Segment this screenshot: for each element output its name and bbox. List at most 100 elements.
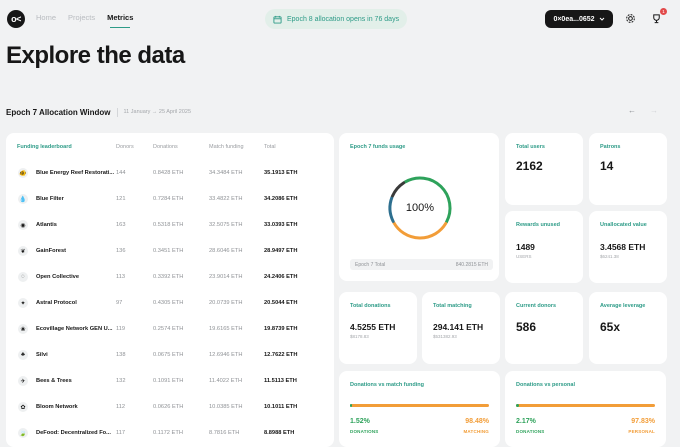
donors-count: 113 xyxy=(116,274,126,280)
total-donations-value: 4.5255 ETH xyxy=(350,322,396,332)
donors-count: 163 xyxy=(116,222,126,228)
match-funding-amount: 11.4022 ETH xyxy=(209,378,243,384)
arrow-left-icon[interactable]: ← xyxy=(628,106,636,115)
col-total[interactable]: Total xyxy=(264,144,276,150)
leaderboard-title: Funding leaderboard xyxy=(17,144,72,150)
total-users-label: Total users xyxy=(516,144,545,150)
donations-vs-match-left-cap: DONATIONS xyxy=(350,429,379,434)
donations-vs-match-fill xyxy=(350,404,353,407)
project-logo-icon: ✿ xyxy=(18,402,28,412)
total-matching-label: Total matching xyxy=(433,303,472,309)
project-name: DeFood: Decentralized Fo... xyxy=(36,430,111,436)
donors-count: 132 xyxy=(116,378,126,384)
project-name: Bloom Network xyxy=(36,404,78,410)
table-row[interactable]: ♣ Silvi 138 0.0675 ETH 12.6946 ETH 12.7622 ET… xyxy=(6,348,334,364)
total-funding-amount: 34.2086 ETH xyxy=(264,196,298,202)
epoch-notice: Epoch 8 allocation opens in 76 days xyxy=(265,9,408,29)
wallet-button[interactable]: 0×0ea...0652 xyxy=(545,10,613,28)
donations-amount: 0.0626 ETH xyxy=(153,404,184,410)
table-row[interactable]: 💧 Blue Filter 121 0.7284 ETH 33.4822 ETH 34.2… xyxy=(6,192,334,208)
total-funding-amount: 20.5044 ETH xyxy=(264,300,298,306)
project-name: Open Collective xyxy=(36,274,79,280)
table-row[interactable]: ◌ Open Collective 113 0.3392 ETH 23.9014 ETH… xyxy=(6,270,334,286)
funds-usage-donut: 100% xyxy=(385,173,455,243)
match-funding-amount: 23.9014 ETH xyxy=(209,274,243,280)
rewards-unused-card: Rewards unused 1489 USERS xyxy=(505,211,583,283)
donations-vs-personal-fill xyxy=(516,404,520,407)
donations-amount: 0.3392 ETH xyxy=(153,274,184,280)
project-logo-icon: ❀ xyxy=(18,324,28,334)
col-donors[interactable]: Donors xyxy=(116,144,134,150)
donations-amount: 0.3451 ETH xyxy=(153,248,184,254)
total-funding-amount: 10.1011 ETH xyxy=(264,404,298,410)
logo[interactable]: o< xyxy=(7,10,25,28)
table-row[interactable]: ❀ Ecovillage Network GEN U... 119 0.2574 ET… xyxy=(6,322,334,338)
rewards-unused-sub: USERS xyxy=(516,254,532,259)
average-leverage-card: Average leverage 65x xyxy=(589,292,667,364)
donations-vs-personal-right-cap: PERSONAL xyxy=(628,429,655,434)
table-row[interactable]: ◉ Atlantis 163 0.5318 ETH 32.5075 ETH 33.0393… xyxy=(6,218,334,234)
donors-count: 138 xyxy=(116,352,126,358)
epoch-total-label: Epoch 7 Total xyxy=(355,262,386,268)
total-donations-label: Total donations xyxy=(350,303,391,309)
wallet-address: 0×0ea...0652 xyxy=(553,15,595,23)
total-funding-amount: 28.9497 ETH xyxy=(264,248,298,254)
donations-vs-personal-card: Donations vs personal 2.17% DONATIONS 97… xyxy=(505,371,666,447)
col-donations[interactable]: Donations xyxy=(153,144,178,150)
table-row[interactable]: ✿ Bloom Network 112 0.0626 ETH 10.0385 ETH 10… xyxy=(6,400,334,416)
divider xyxy=(116,107,118,117)
epoch-total-value: 840.2815 ETH xyxy=(455,262,488,268)
match-funding-amount: 32.5075 ETH xyxy=(209,222,243,228)
table-row[interactable]: 🐠 Blue Energy Reef Restorati... 144 0.8428 … xyxy=(6,166,334,182)
current-donors-card: Current donors 586 xyxy=(505,292,583,364)
donors-count: 136 xyxy=(116,248,126,254)
col-match-funding[interactable]: Match funding xyxy=(209,144,244,150)
notification-badge: 1 xyxy=(660,8,667,15)
nav-projects[interactable]: Projects xyxy=(68,13,95,22)
total-donations-card: Total donations 4.5255 ETH $8178.83 xyxy=(339,292,417,364)
total-funding-amount: 11.5113 ETH xyxy=(264,378,297,384)
unallocated-value: 3.4568 ETH xyxy=(600,242,646,252)
project-logo-icon: ◉ xyxy=(18,220,28,230)
main-nav: Home Projects Metrics xyxy=(36,13,133,28)
project-name: Astral Protocol xyxy=(36,300,77,306)
project-name: Ecovillage Network GEN U... xyxy=(36,326,113,332)
project-name: Bees & Trees xyxy=(36,378,72,384)
donors-count: 121 xyxy=(116,196,126,202)
total-funding-amount: 19.8739 ETH xyxy=(264,326,298,332)
table-row[interactable]: ❦ GainForest 136 0.3451 ETH 28.6046 ETH 28.94… xyxy=(6,244,334,260)
match-funding-amount: 20.0739 ETH xyxy=(209,300,243,306)
donations-vs-match-right-pct: 98.48% xyxy=(465,418,489,425)
donations-vs-personal-left-pct: 2.17% xyxy=(516,418,536,425)
rewards-unused-label: Rewards unused xyxy=(516,222,561,228)
project-name: Silvi xyxy=(36,352,48,358)
total-users-card: Total users 2162 xyxy=(505,133,583,205)
total-funding-amount: 24.2406 ETH xyxy=(264,274,298,280)
arrow-right-icon[interactable]: → xyxy=(650,106,658,115)
total-matching-card: Total matching 294.141 ETH $531382.93 xyxy=(422,292,500,364)
table-row[interactable]: 🍃 DeFood: Decentralized Fo... 117 0.1172 ET… xyxy=(6,426,334,442)
page-title: Explore the data xyxy=(6,42,185,69)
donors-count: 117 xyxy=(116,430,126,436)
table-row[interactable]: ✦ Astral Protocol 97 0.4305 ETH 20.0739 ETH 2… xyxy=(6,296,334,312)
table-row[interactable]: ✈ Bees & Trees 132 0.1091 ETH 11.4022 ETH 11.… xyxy=(6,374,334,390)
total-matching-value: 294.141 ETH xyxy=(433,322,484,332)
total-matching-sub: $531382.93 xyxy=(433,334,457,339)
donations-vs-personal-right-pct: 97.83% xyxy=(631,418,655,425)
project-logo-icon: ✈ xyxy=(18,376,28,386)
epoch-window-row: Epoch 7 Allocation Window 11 January → 2… xyxy=(6,106,674,118)
project-logo-icon: ♣ xyxy=(18,350,28,360)
epoch-pager: ← → xyxy=(628,106,658,115)
project-name: Atlantis xyxy=(36,222,57,228)
project-logo-icon: 🍃 xyxy=(18,428,28,438)
total-donations-sub: $8178.83 xyxy=(350,334,369,339)
settings-button[interactable] xyxy=(623,11,637,25)
donations-vs-match-bar xyxy=(350,404,489,407)
donations-vs-match-label: Donations vs match funding xyxy=(350,382,424,388)
nav-metrics[interactable]: Metrics xyxy=(107,13,133,28)
donations-vs-personal-bar xyxy=(516,404,655,407)
nav-home[interactable]: Home xyxy=(36,13,56,22)
match-funding-amount: 33.4822 ETH xyxy=(209,196,243,202)
current-donors-label: Current donors xyxy=(516,303,557,309)
epoch-notice-text: Epoch 8 allocation opens in 76 days xyxy=(287,15,400,23)
